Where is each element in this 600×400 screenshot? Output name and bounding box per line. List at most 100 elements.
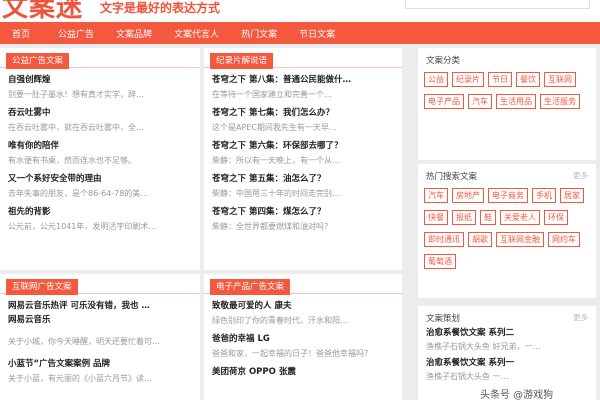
article-snippet: 柴静：中国用三十年的时间走完别… [212,189,340,198]
sidebar-title-text: 热门搜索文案 [426,172,478,182]
list-item[interactable]: 网易云音乐热评 可乐没有错，我也 … 网易云音乐 [0,299,200,335]
panel-documentary: 纪录片解说语 苍穹之下 第八集：普通公民能做什… 在等待一个国家建立和完善一个…… [204,48,402,270]
article-snippet: 这个是APEC期间我先生有一天早… [212,123,337,132]
article-title[interactable]: 苍穹之下 第八集：普通公民能做什… [212,73,396,88]
plan-snippet: 渔樵子石锅大头鱼 一… [426,372,509,381]
article-title[interactable]: 致敬最可爱的人 康夫 [212,299,396,314]
tag[interactable]: 生活服务 [540,94,580,109]
tag[interactable]: 互联网金融 [496,232,544,247]
sidebar-categories: 文案分类 公益 纪录片 节日 餐饮 互联网 电子产品 汽车 生活用品 生活服务 [418,48,596,160]
article-snippet: 柴静：所以有一天晚上，有一个从… [212,156,340,165]
tag[interactable]: 葡萄酒 [424,254,456,269]
list-item[interactable]: 祖先的背影 公元前，公元1041年，发明活字印刷术… [0,205,200,238]
list-item[interactable]: 吞云吐雾中 在吞云吐雾中，就在吞云吐雾中，全… [0,106,200,139]
article-title[interactable]: 自强创辉煌 [8,73,194,88]
article-title[interactable]: 美团荷京 OPPO 张震 [212,365,396,380]
list-item[interactable]: 爸爸的幸福 LG 爸爸和家，一起幸福的日子！爸爸他幸福吗？ [204,332,402,365]
tag[interactable]: 互联网 [544,72,576,87]
nav-hot-copy[interactable]: 热门文案 [241,27,277,40]
tag[interactable]: 居家 [560,188,584,203]
article-snippet: 公元前，公元1041年，发明活字印刷术… [8,222,157,231]
article-snippet: 在等待一个国家建立和完善一个… [212,90,332,99]
list-item[interactable]: 自强创辉煌 别要一肚子墨水！想有真才实学，辞… [0,73,200,106]
sidebar-title: 热门搜索文案 更多 [418,164,596,184]
plan-title[interactable]: 治愈系餐饮文案 系列二 [426,326,596,340]
list-item[interactable]: 致敬最可爱的人 康夫 绿色别印了你的青春时代，汗水和阳… [204,299,402,332]
article-snippet: 在吞云吐雾中，就在吞云吐雾中，全… [8,123,144,132]
article-snippet: 柴静：全世界都要燃煤和油对吗？ [212,222,332,231]
panel-electronics-ads: 电子产品广告文案 致敬最可爱的人 康夫 绿色别印了你的青春时代，汗水和阳… 爸爸… [204,274,402,400]
list-item[interactable]: 唯有你的陪伴 有水便有书桌，然而连水也不足够。 [0,139,200,172]
tag[interactable]: 汽车 [424,188,448,203]
article-snippet: 关于小蓝，有元丽的《小蓝六月节》读… [8,374,152,383]
search-input[interactable] [405,0,590,9]
list-item[interactable]: 又一个系好安全带的理由 去年失事的朋友，是个86-64-78的美… [0,172,200,205]
article-title[interactable]: 爸爸的幸福 LG [212,332,396,347]
article-snippet: 绿色别印了你的青春时代，汗水和阳… [212,316,348,325]
list-item[interactable]: 苍穹之下 第四集：煤怎么了？ 柴静：全世界都要燃煤和油对吗？ [204,205,402,238]
tag[interactable]: 纪录片 [452,72,484,87]
tag[interactable]: 餐饮 [516,72,540,87]
list-item[interactable]: 苍穹之下 第六集：环保部去哪了？ 柴静：所以有一天晚上，有一个从… [204,139,402,172]
nav-spokesperson-copy[interactable]: 文案代言人 [174,27,219,40]
list-item[interactable]: 苍穹之下 第七集：我们怎么办？ 这个是APEC期间我先生有一天早… [204,106,402,139]
list-item[interactable]: 苍穹之下 第八集：普通公民能做什… 在等待一个国家建立和完善一个… [204,73,402,106]
article-title[interactable]: 苍穹之下 第五集：油怎么了？ [212,172,396,187]
tag-list: 公益 纪录片 节日 餐饮 互联网 电子产品 汽车 生活用品 生活服务 [418,68,596,116]
article-title[interactable]: 吞云吐雾中 [8,106,194,121]
article-title[interactable]: 苍穹之下 第六集：环保部去哪了？ [212,139,396,154]
list-item[interactable]: 关于小城，你今天睡醒，明天还要忙着可… [0,335,200,357]
tag[interactable]: 生活用品 [496,94,536,109]
tag[interactable]: 报纸 [452,210,476,225]
nav-home[interactable]: 首页 [12,27,30,40]
site-header: 文案迷 文字是最好的表达方式 [0,0,600,22]
panel-public-ads: 公益广告文案 自强创辉煌 别要一肚子墨水！想有真才实学，辞… 吞云吐雾中 在吞云… [0,48,200,270]
panel-divider [0,67,200,68]
panel-divider [0,293,200,294]
list-item[interactable]: 苍穹之下 第五集：油怎么了？ 柴静：中国用三十年的时间走完别… [204,172,402,205]
tag[interactable]: 手机 [532,188,556,203]
article-snippet: 爸爸和家，一起幸福的日子！爸爸他幸福吗？ [212,349,372,358]
site-slogan: 文字是最好的表达方式 [100,1,221,15]
list-item[interactable]: 治愈系餐饮文案 系列一 渔樵子石锅大头鱼 一… [418,356,596,386]
nav-festival-copy[interactable]: 节日文案 [299,27,335,40]
tag[interactable]: 关爱老人 [500,210,540,225]
tag[interactable]: 环保 [544,210,568,225]
tag[interactable]: 房地产 [452,188,484,203]
tag[interactable]: 网约车 [548,232,580,247]
list-item[interactable]: 小蓝节“广告文案案例 品牌 关于小蓝，有元丽的《小蓝六月节》读… [0,357,200,390]
nav-public-ads[interactable]: 公益广告 [58,27,94,40]
article-snippet: 别要一肚子墨水！想有真才实学，辞… [8,90,144,99]
sidebar-hot-search: 热门搜索文案 更多 汽车 房地产 电子商务 手机 居家 快餐 报纸 鞋 关爱老人… [418,164,596,298]
article-title[interactable]: 苍穹之下 第七集：我们怎么办？ [212,106,396,121]
more-link[interactable]: 更多 [573,170,588,181]
more-link[interactable]: 更多 [573,312,588,323]
tag[interactable]: 公益 [424,72,448,87]
plan-title[interactable]: 治愈系餐饮文案 系列一 [426,356,596,370]
article-title[interactable]: 唯有你的陪伴 [8,139,194,154]
article-snippet: 去年失事的朋友，是个86-64-78的美… [8,189,149,198]
tag[interactable]: 即时通讯 [424,232,464,247]
list-item[interactable]: 治愈系餐饮文案 系列二 渔樵子石锅大头鱼 好兄弟，一… [418,326,596,356]
main-nav: 首页 公益广告 文案品牌 文案代言人 热门文案 节日文案 [0,22,600,44]
tag[interactable]: 快餐 [424,210,448,225]
tag[interactable]: 鞋 [480,210,496,225]
tag[interactable]: 胡歌 [468,232,492,247]
article-title[interactable]: 又一个系好安全带的理由 [8,172,194,187]
site-logo[interactable]: 文案迷 [2,0,83,22]
plan-snippet: 渔樵子石锅大头鱼 好兄弟，一… [426,342,541,351]
article-title[interactable]: 祖先的背影 [8,205,194,220]
tag[interactable]: 汽车 [468,94,492,109]
article-title[interactable]: 小蓝节“广告文案案例 品牌 [8,357,194,372]
panel-internet-ads: 互联网广告文案 网易云音乐热评 可乐没有错，我也 … 网易云音乐 关于小城，你今… [0,274,200,400]
sidebar-title: 文案策划 更多 [418,306,596,326]
list-item[interactable]: 美团荷京 OPPO 张震 [204,365,402,398]
nav-brand-copy[interactable]: 文案品牌 [116,27,152,40]
tag[interactable]: 电子产品 [424,94,464,109]
tag-list: 汽车 房地产 电子商务 手机 居家 快餐 报纸 鞋 关爱老人 环保 即时通讯 胡… [418,184,596,276]
article-title[interactable]: 网易云音乐热评 可乐没有错，我也 … 网易云音乐 [8,299,158,327]
panel-divider [204,67,402,68]
tag[interactable]: 电子商务 [488,188,528,203]
article-title[interactable]: 苍穹之下 第四集：煤怎么了？ [212,205,396,220]
tag[interactable]: 节日 [488,72,512,87]
